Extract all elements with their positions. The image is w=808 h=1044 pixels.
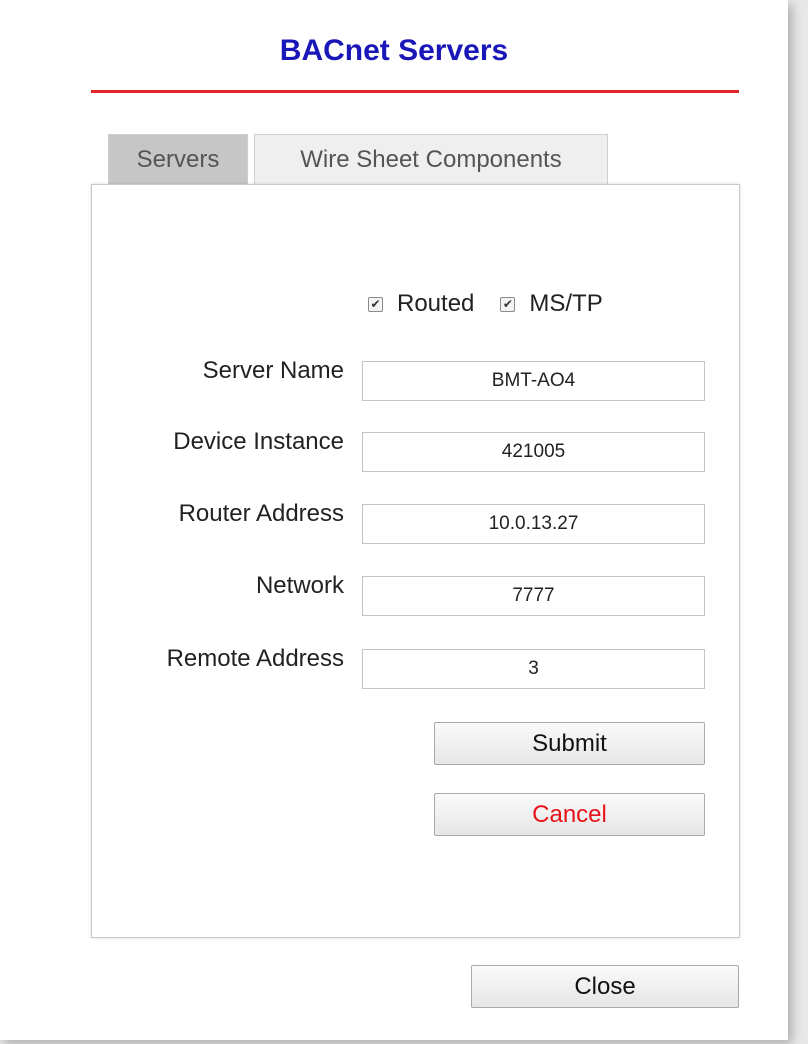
server-name-row: Server Name	[91, 357, 740, 401]
network-row: Network	[91, 572, 740, 616]
routed-label: Routed	[397, 290, 475, 317]
remote-address-field[interactable]	[362, 649, 705, 689]
remote-address-label: Remote Address	[166, 645, 344, 672]
close-button[interactable]: Close	[471, 965, 739, 1008]
router-address-row: Router Address	[91, 500, 740, 544]
device-instance-label: Device Instance	[173, 428, 344, 455]
check-icon[interactable]: ✔	[500, 296, 516, 312]
server-name-label: Server Name	[202, 357, 344, 384]
dialog-title: BACnet Servers	[279, 34, 509, 67]
network-field[interactable]	[362, 576, 705, 616]
cancel-button[interactable]: Cancel	[434, 793, 705, 836]
tab-wire-sheet-components[interactable]: Wire Sheet Components	[254, 134, 608, 184]
mstp-checkbox[interactable]: ✔ MS/TP	[500, 290, 603, 318]
routed-checkbox[interactable]: ✔ Routed	[368, 290, 474, 318]
device-instance-field[interactable]	[362, 432, 705, 472]
options-checkboxes: ✔ Routed ✔ MS/TP	[368, 290, 603, 318]
check-icon[interactable]: ✔	[368, 296, 383, 312]
router-address-label: Router Address	[178, 500, 344, 527]
device-instance-row: Device Instance	[91, 428, 740, 472]
submit-button[interactable]: Submit	[434, 722, 705, 765]
bacnet-servers-dialog: BACnet Servers Servers Wire Sheet Compon…	[0, 0, 788, 1040]
router-address-field[interactable]	[362, 504, 705, 544]
remote-address-row: Remote Address	[91, 645, 740, 689]
title-divider	[91, 90, 739, 93]
server-name-field[interactable]	[362, 361, 705, 401]
network-label: Network	[255, 572, 344, 599]
mstp-label: MS/TP	[529, 290, 603, 317]
tab-servers[interactable]: Servers	[108, 134, 248, 184]
